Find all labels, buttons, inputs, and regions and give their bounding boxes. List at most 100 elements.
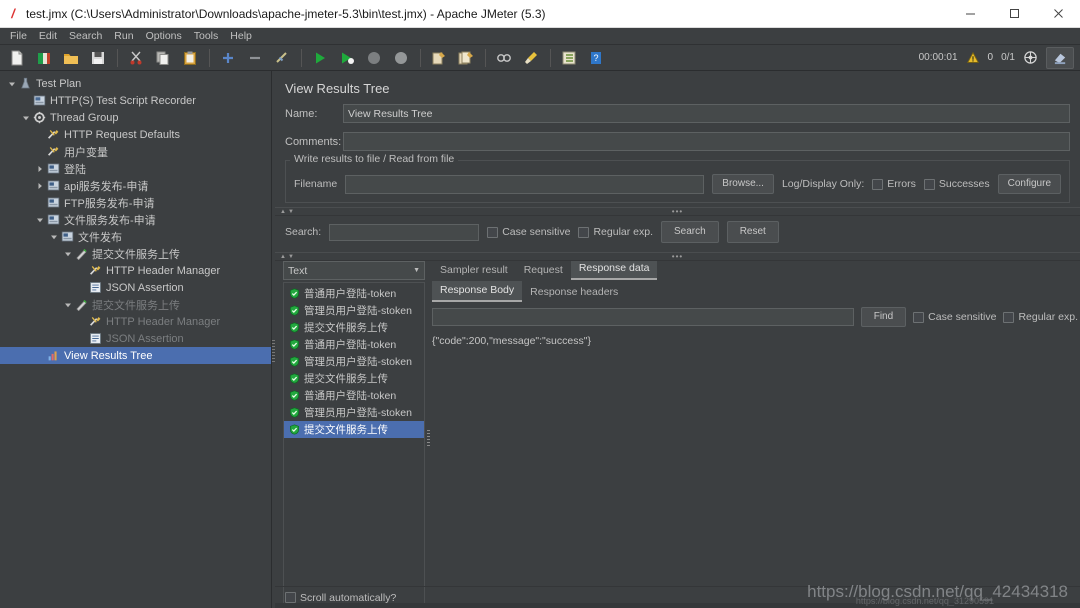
result-list-item[interactable]: 普通用户登陆-token [284,336,424,353]
tree-node[interactable]: 文件发布 [0,228,271,245]
tree-node[interactable]: 提交文件服务上传 [0,245,271,262]
stop-icon[interactable] [361,47,387,69]
maximize-icon[interactable] [992,0,1036,28]
tree-node[interactable]: 提交文件服务上传 [0,296,271,313]
result-list-item[interactable]: 管理员用户登陆-stoken [284,353,424,370]
scroll-automatically-box[interactable] [285,592,296,603]
tree-node[interactable]: JSON Assertion [0,279,271,296]
tree-toggle-icon[interactable] [6,75,17,92]
filename-input[interactable] [345,174,705,194]
tree-node[interactable]: HTTP Header Manager [0,262,271,279]
tree-node[interactable]: FTP服务发布-申请 [0,194,271,211]
cut-icon[interactable] [123,47,149,69]
menu-item-file[interactable]: File [4,28,33,45]
tab-response-body[interactable]: Response Body [432,281,523,302]
browse-button[interactable]: Browse... [712,174,774,194]
theme-toggle-icon[interactable] [1046,46,1074,69]
tree-toggle-icon[interactable] [34,143,45,160]
templates-icon[interactable] [31,47,57,69]
name-input[interactable] [343,104,1070,123]
tree-node[interactable]: View Results Tree [0,347,271,364]
tree-node[interactable]: HTTP(S) Test Script Recorder [0,92,271,109]
tree-node[interactable]: HTTP Header Manager [0,313,271,330]
tree-toggle-icon[interactable] [76,330,87,347]
search-input[interactable] [329,223,480,241]
collapse-all-icon[interactable] [242,47,268,69]
tree-toggle-icon[interactable] [76,279,87,296]
scroll-automatically-checkbox[interactable]: Scroll automatically? [285,592,396,604]
errors-checkbox[interactable]: Errors [872,178,916,190]
test-plan-tree[interactable]: Test Plan HTTP(S) Test Script Recorder Thr… [0,71,272,608]
minimize-icon[interactable] [948,0,992,28]
tree-node[interactable]: Test Plan [0,75,271,92]
close-icon[interactable] [1036,0,1080,28]
chevron-down-icon[interactable]: ▼ [413,267,420,274]
result-list-item[interactable]: 管理员用户登陆-stoken [284,404,424,421]
start-icon[interactable] [307,47,333,69]
find-case-sensitive-checkbox[interactable]: Case sensitive [913,311,996,323]
paste-icon[interactable] [177,47,203,69]
tree-toggle-icon[interactable] [76,262,87,279]
menu-item-edit[interactable]: Edit [33,28,63,45]
find-case-sensitive-box[interactable] [913,311,925,323]
search-regex-box[interactable] [578,226,590,238]
new-icon[interactable] [4,47,30,69]
tree-toggle-icon[interactable] [34,126,45,143]
search-icon[interactable] [491,47,517,69]
tree-toggle-icon[interactable] [20,109,31,126]
result-list-item[interactable]: 提交文件服务上传 [284,370,424,387]
find-regex-box[interactable] [1003,311,1015,323]
result-list-item[interactable]: 管理员用户登陆-stoken [284,302,424,319]
tree-node[interactable]: 登陆 [0,160,271,177]
renderer-combo[interactable]: Text ▼ [283,261,425,280]
find-regex-checkbox[interactable]: Regular exp. [1003,311,1078,323]
tree-toggle-icon[interactable] [20,92,31,109]
tree-node[interactable]: api服务发布-申请 [0,177,271,194]
save-icon[interactable] [85,47,111,69]
start-no-pauses-icon[interactable] [334,47,360,69]
result-list-item[interactable]: 普通用户登陆-token [284,387,424,404]
tree-toggle-icon[interactable] [34,160,45,177]
split-grip-icon[interactable]: ••• [672,207,683,216]
tree-toggle-icon[interactable] [34,177,45,194]
successes-checkbox-box[interactable] [923,178,935,190]
tab-request[interactable]: Request [516,261,571,280]
results-splitter[interactable] [425,261,432,608]
tree-toggle-icon[interactable] [34,211,45,228]
result-list-item[interactable]: 提交文件服务上传 [284,421,424,438]
remote-engine-icon[interactable] [1023,50,1038,65]
search-case-sensitive-box[interactable] [487,226,499,238]
tab-response-headers[interactable]: Response headers [522,283,626,302]
tree-toggle-icon[interactable] [48,228,59,245]
tab-response-data[interactable]: Response data [570,259,658,280]
tree-node[interactable]: Thread Group [0,109,271,126]
copy-icon[interactable] [150,47,176,69]
search-reset-icon[interactable] [518,47,544,69]
result-list-item[interactable]: 提交文件服务上传 [284,319,424,336]
expand-all-icon[interactable] [215,47,241,69]
tab-sampler-result[interactable]: Sampler result [432,261,516,280]
tree-node[interactable]: JSON Assertion [0,330,271,347]
configure-button[interactable]: Configure [997,174,1061,194]
tree-toggle-icon[interactable] [62,245,73,262]
menu-item-options[interactable]: Options [140,28,188,45]
tree-node[interactable]: 用户变量 [0,143,271,160]
tree-toggle-icon[interactable] [34,347,45,364]
open-icon[interactable] [58,47,84,69]
search-button[interactable]: Search [661,221,719,243]
menu-item-help[interactable]: Help [224,28,258,45]
tree-toggle-icon[interactable] [76,313,87,330]
menu-item-search[interactable]: Search [63,28,108,45]
result-list-item[interactable]: 普通用户登陆-token [284,285,424,302]
split-grip-icon-2[interactable]: ••• [672,252,683,261]
find-button[interactable]: Find [860,307,907,327]
reset-button[interactable]: Reset [726,221,779,243]
errors-checkbox-box[interactable] [872,178,884,190]
tree-toggle-icon[interactable] [34,194,45,211]
tree-toggle-icon[interactable] [62,296,73,313]
menu-item-run[interactable]: Run [108,28,139,45]
tree-node[interactable]: HTTP Request Defaults [0,126,271,143]
toggle-icon[interactable] [269,47,295,69]
tree-node[interactable]: 文件服务发布-申请 [0,211,271,228]
successes-checkbox[interactable]: Successes [923,178,990,190]
